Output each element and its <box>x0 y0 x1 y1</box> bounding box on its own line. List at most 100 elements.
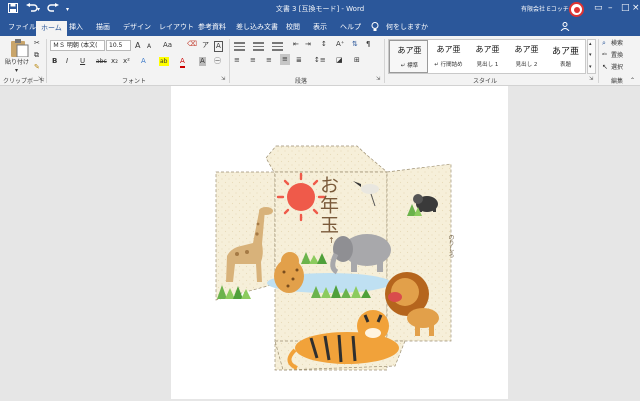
clipboard-launcher-icon[interactable]: ⇲ <box>38 76 42 82</box>
tab-insert[interactable]: 挿入 <box>69 22 83 33</box>
line-spacing-icon[interactable]: ↕≡ <box>314 56 326 65</box>
tab-draw[interactable]: 描画 <box>96 22 110 33</box>
ribbon-display-options-icon[interactable]: ▭ <box>594 3 603 13</box>
strikethrough-button[interactable]: abc <box>96 57 107 66</box>
ribbon-tabs: ファイル ホーム 挿入 描画 デザイン レイアウト 参考資料 差し込み文書 校閲… <box>0 19 640 36</box>
char-shading-button[interactable]: A <box>199 57 206 66</box>
font-size-select[interactable]: 10.5 <box>106 40 131 51</box>
superscript-button[interactable]: x² <box>123 57 130 66</box>
font-name-select[interactable]: ＭＳ 明朝 (本文( <box>50 40 105 51</box>
align-left-icon[interactable]: ≡ <box>234 56 240 65</box>
fold-label: のりしろ <box>447 234 454 258</box>
multilevel-list-icon[interactable] <box>272 42 283 51</box>
more-styles-icon[interactable]: ▾ <box>589 63 592 72</box>
clear-formatting-icon[interactable]: ⌫ <box>187 40 197 49</box>
tab-home[interactable]: ホーム <box>36 21 67 36</box>
shrink-font-button[interactable]: A <box>147 42 151 51</box>
cut-icon[interactable]: ✂ <box>34 39 40 48</box>
tab-references[interactable]: 参考資料 <box>198 22 226 33</box>
collapse-ribbon-icon[interactable]: ⌃ <box>630 76 635 85</box>
sort-icon[interactable]: ⇅ <box>352 40 358 49</box>
paste-button[interactable]: 貼り付け ▾ <box>5 39 33 74</box>
char-border-button[interactable]: A <box>214 41 223 52</box>
envelope-title: お年玉 <box>317 175 339 235</box>
close-icon[interactable]: × <box>632 3 640 13</box>
account-name[interactable]: 有限会社 Eコッチ <box>521 4 569 13</box>
tab-help[interactable]: ヘルプ <box>340 22 361 33</box>
align-right-icon[interactable]: ≡ <box>266 56 272 65</box>
shading-icon[interactable]: ◪ <box>336 56 343 65</box>
minimize-icon[interactable]: – <box>608 3 613 13</box>
styles-gallery: あア亜 ↵ 標準 あア亜 ↵ 行間詰め あア亜 見出し 1 あア亜 見出し 2 … <box>388 39 586 74</box>
font-color-button[interactable]: A <box>180 57 185 68</box>
text-effects-button[interactable]: A <box>141 57 146 66</box>
styles-launcher-icon[interactable]: ⇲ <box>589 76 593 82</box>
replace-icon[interactable]: ᵃᵇ <box>602 51 607 60</box>
bold-button[interactable]: B <box>52 57 57 66</box>
numbering-icon[interactable] <box>253 42 264 51</box>
search-icon[interactable]: ⌕ <box>602 39 606 48</box>
arrow-icon: ↑ <box>328 236 335 245</box>
tab-view[interactable]: 表示 <box>313 22 327 33</box>
decrease-indent-icon[interactable]: ⇤ <box>293 40 299 49</box>
tab-review[interactable]: 校閲 <box>286 22 300 33</box>
font-group-label: フォント <box>122 78 147 85</box>
style-sample: あア亜 <box>397 46 422 55</box>
avatar[interactable] <box>569 2 584 17</box>
restore-icon[interactable]: □ <box>621 3 630 13</box>
ribbon-separator <box>598 39 599 83</box>
chevron-down-icon: ▾ <box>15 67 19 74</box>
asian-layout-icon[interactable]: A⁺ <box>336 40 344 49</box>
title-bar: ▾ ▾ 文書 3 [互換モード] - Word 有限会社 Eコッチ ▭ – □ … <box>0 0 640 19</box>
style-title[interactable]: あア亜 表題 <box>546 40 585 73</box>
tab-design[interactable]: デザイン <box>123 22 151 33</box>
document-page[interactable]: お年玉 ↑ のりしろ <box>171 86 508 399</box>
chevron-up-icon[interactable]: ▴ <box>589 40 592 49</box>
change-case-button[interactable]: Aa <box>163 41 172 50</box>
replace-button[interactable]: 置換 <box>611 51 623 60</box>
styles-scroll[interactable]: ▴ ▾ ▾ <box>587 39 596 74</box>
italic-button[interactable]: I <box>66 57 68 66</box>
copy-icon[interactable]: ⧉ <box>34 51 39 60</box>
underline-button[interactable]: U <box>80 57 85 66</box>
tell-me-search[interactable]: 何をしますか <box>386 22 428 33</box>
tab-mailings[interactable]: 差し込み文書 <box>236 22 278 33</box>
distribute-icon[interactable]: ≣ <box>296 56 302 65</box>
font-launcher-icon[interactable]: ⇲ <box>221 76 225 82</box>
find-button[interactable]: 検索 <box>611 39 623 48</box>
align-center-icon[interactable]: ≡ <box>250 56 256 65</box>
style-heading-2[interactable]: あア亜 見出し 2 <box>507 40 546 73</box>
chevron-down-icon[interactable]: ▾ <box>589 51 592 60</box>
subscript-button[interactable]: x₂ <box>111 57 118 66</box>
paragraph-group-label: 段落 <box>295 78 308 85</box>
share-icon[interactable] <box>560 22 570 35</box>
ribbon-separator <box>46 39 47 83</box>
ribbon: 貼り付け ▾ ✂ ⧉ ✎ クリップボード ⇲ ＭＳ 明朝 (本文( 10.5 A… <box>0 36 640 86</box>
bullets-icon[interactable] <box>234 42 245 51</box>
text-direction-icon[interactable]: ↕ <box>321 40 327 49</box>
highlight-button[interactable]: ab <box>159 57 169 66</box>
paragraph-launcher-icon[interactable]: ⇲ <box>376 76 380 82</box>
tab-file[interactable]: ファイル <box>8 22 36 33</box>
phonetic-guide-button[interactable]: ア <box>202 41 209 50</box>
enclose-characters-icon[interactable]: ㊀ <box>214 57 221 66</box>
style-name: 表題 <box>559 62 571 68</box>
editing-group-label: 編集 <box>611 78 624 85</box>
style-normal[interactable]: あア亜 ↵ 標準 <box>389 40 428 73</box>
style-sample: あア亜 <box>436 45 461 54</box>
format-painter-icon[interactable]: ✎ <box>34 63 40 72</box>
select-button[interactable]: 選択 <box>611 63 623 72</box>
style-heading-1[interactable]: あア亜 見出し 1 <box>468 40 507 73</box>
show-marks-icon[interactable]: ¶ <box>366 40 370 49</box>
ribbon-separator <box>384 39 385 83</box>
style-name: 見出し 1 <box>476 62 499 68</box>
increase-indent-icon[interactable]: ⇥ <box>305 40 311 49</box>
justify-icon[interactable]: ≡ <box>280 54 290 65</box>
style-no-spacing[interactable]: あア亜 ↵ 行間詰め <box>429 40 468 73</box>
style-sample: あア亜 <box>475 45 500 54</box>
tab-layout[interactable]: レイアウト <box>159 22 194 33</box>
grow-font-button[interactable]: A <box>135 41 140 50</box>
style-sample: あア亜 <box>514 45 539 54</box>
select-icon[interactable]: ↖ <box>602 63 608 72</box>
borders-icon[interactable]: ⊞ <box>354 56 360 65</box>
